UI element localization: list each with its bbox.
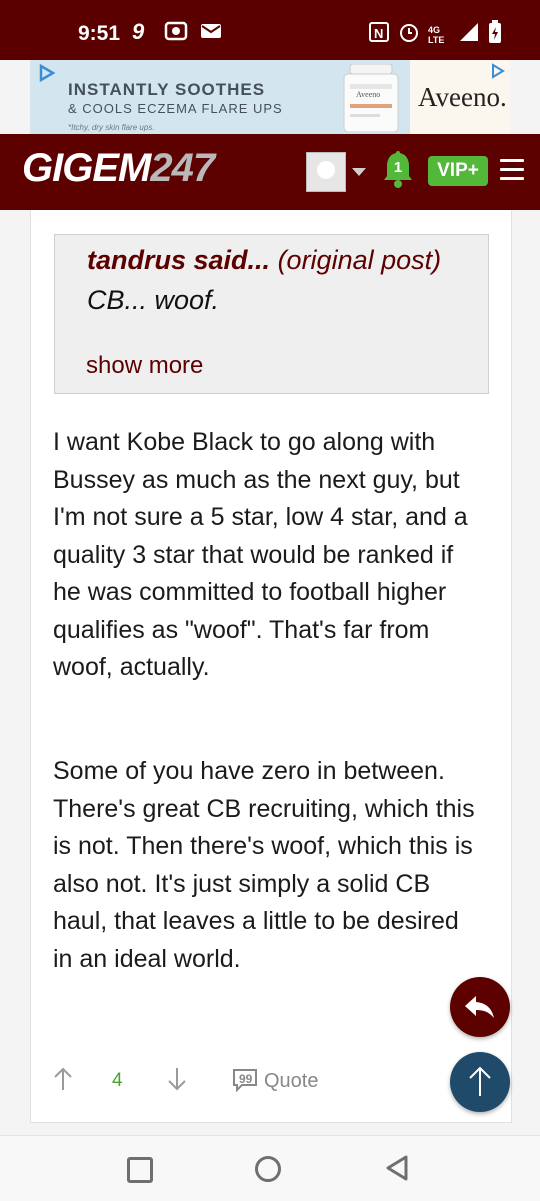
- clock: 9:51: [78, 22, 121, 45]
- advertisement-banner[interactable]: INSTANTLY SOOTHES & COOLS ECZEMA FLARE U…: [30, 60, 510, 134]
- app-notification-icon: 9: [130, 19, 152, 47]
- quote-attribution[interactable]: tandrus said... (original post): [87, 245, 441, 276]
- nfc-icon: N: [368, 21, 390, 48]
- status-bar: 9:51 9 N 4G LTE: [0, 0, 540, 60]
- signal-icon: [458, 21, 480, 48]
- network-type-icon: 4G LTE: [428, 24, 445, 45]
- post-paragraph: I want Kobe Black to go along with Busse…: [53, 428, 468, 681]
- screenshot-icon: [164, 20, 188, 47]
- home-icon[interactable]: [255, 1156, 281, 1182]
- ad-brand: Aveeno.: [418, 82, 507, 112]
- ad-subheadline: & COOLS ECZEMA FLARE UPS: [68, 101, 283, 116]
- ad-choices-icon[interactable]: [490, 63, 506, 79]
- reply-icon: [465, 996, 494, 1018]
- quoted-post: tandrus said... (original post) CB... wo…: [54, 234, 489, 394]
- hamburger-menu-icon[interactable]: [500, 159, 524, 180]
- alarm-icon: [398, 21, 420, 48]
- vote-count: 4: [112, 1070, 123, 1091]
- quote-icon[interactable]: 99: [232, 1068, 258, 1092]
- notifications-button[interactable]: 1: [382, 149, 414, 189]
- svg-text:99: 99: [239, 1072, 253, 1086]
- system-nav-bar: [0, 1135, 540, 1201]
- arrow-up-icon: [469, 1066, 491, 1096]
- vip-button[interactable]: VIP+: [428, 156, 488, 186]
- notification-count: 1: [393, 159, 403, 176]
- forum-post: tandrus said... (original post) CB... wo…: [30, 210, 512, 1123]
- quote-author: tandrus said...: [87, 245, 271, 275]
- svg-text:N: N: [374, 26, 383, 41]
- reply-button[interactable]: [450, 977, 510, 1037]
- ad-play-icon: [39, 64, 56, 82]
- chevron-down-icon[interactable]: [352, 168, 366, 176]
- site-header: GIGEM247 1 VIP+: [0, 134, 540, 210]
- quote-button[interactable]: Quote: [264, 1070, 318, 1093]
- downvote-icon[interactable]: [167, 1066, 187, 1092]
- scroll-to-top-button[interactable]: [450, 1052, 510, 1112]
- show-more-link[interactable]: show more: [86, 352, 203, 380]
- back-icon[interactable]: [384, 1154, 410, 1182]
- recents-icon[interactable]: [127, 1157, 153, 1183]
- battery-charging-icon: [488, 20, 502, 49]
- post-paragraph: Some of you have zero in between. There'…: [53, 757, 475, 973]
- mail-icon: [200, 22, 222, 45]
- upvote-icon[interactable]: [53, 1066, 73, 1092]
- site-logo[interactable]: GIGEM247: [22, 146, 215, 191]
- ad-headline: INSTANTLY SOOTHES: [68, 80, 266, 99]
- quote-text: CB... woof.: [87, 285, 220, 315]
- svg-text:9: 9: [132, 20, 145, 42]
- ad-footnote: *Itchy, dry skin flare ups.: [68, 123, 155, 132]
- post-actions: 4 99 Quote: [31, 1060, 511, 1104]
- quote-source: (original post): [277, 245, 442, 275]
- ad-product-label: Aveeno: [356, 90, 381, 99]
- user-avatar[interactable]: [306, 152, 346, 192]
